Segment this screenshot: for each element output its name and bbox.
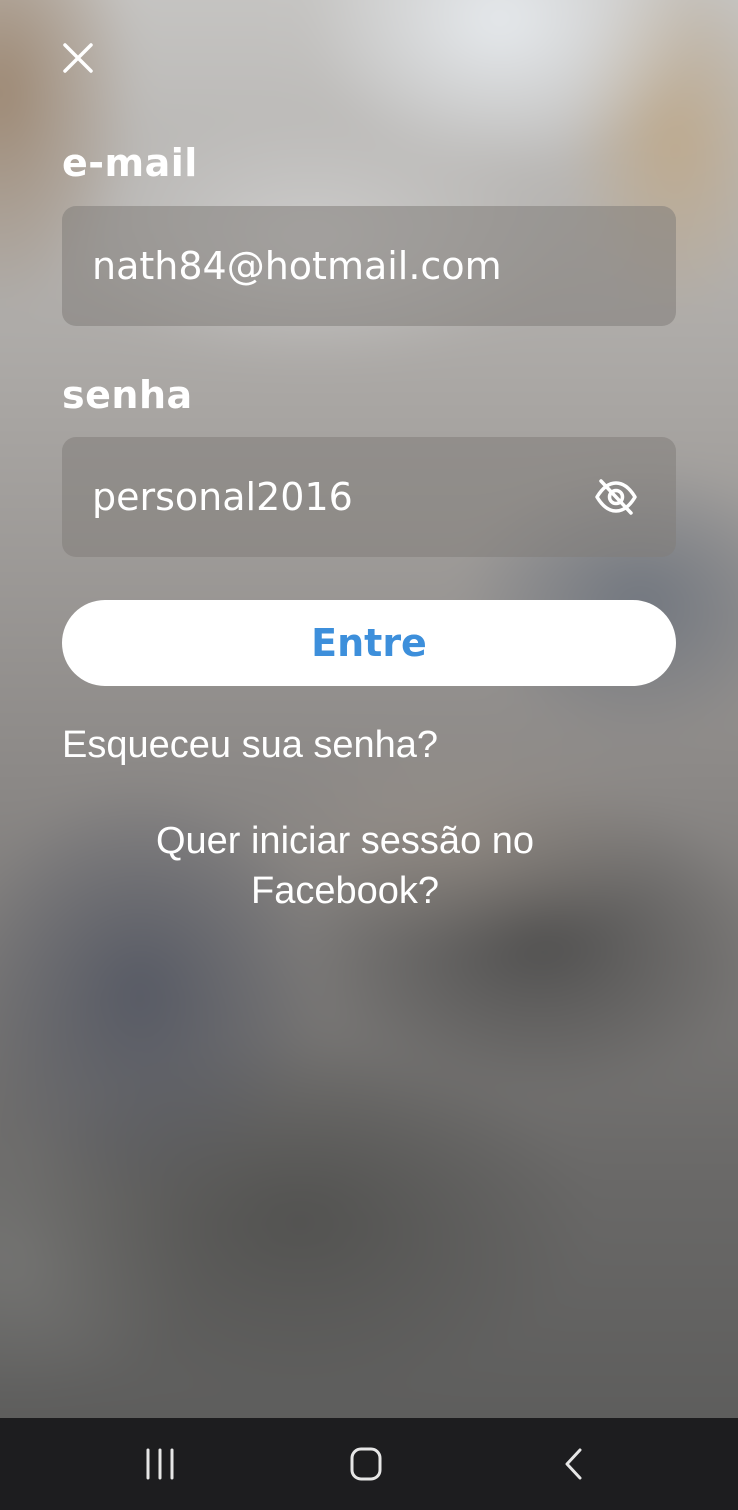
facebook-login-text-line2: Facebook? bbox=[250, 870, 439, 912]
eye-slash-icon bbox=[595, 479, 637, 515]
email-field-container bbox=[62, 206, 676, 326]
recents-icon bbox=[146, 1448, 174, 1480]
recents-button[interactable] bbox=[138, 1444, 182, 1484]
close-icon bbox=[63, 43, 93, 73]
back-button[interactable] bbox=[552, 1444, 596, 1484]
forgot-password-link[interactable]: Esqueceu sua senha? bbox=[62, 722, 438, 768]
login-screen: e-mail senha Entre Esqueceu sua senha? Q… bbox=[0, 0, 738, 1418]
system-navigation-bar bbox=[0, 1418, 738, 1510]
email-field[interactable] bbox=[92, 206, 592, 326]
home-button[interactable] bbox=[344, 1444, 388, 1484]
password-field[interactable] bbox=[92, 437, 592, 557]
home-icon bbox=[350, 1447, 382, 1481]
password-field-container bbox=[62, 437, 676, 557]
password-label: senha bbox=[62, 373, 193, 417]
email-label: e-mail bbox=[62, 141, 198, 185]
toggle-password-visibility-button[interactable] bbox=[594, 477, 638, 517]
facebook-login-link[interactable]: Quer iniciar sessão no Facebook? bbox=[110, 816, 580, 916]
back-icon bbox=[565, 1448, 582, 1480]
facebook-login-text-line1: Quer iniciar sessão no bbox=[155, 820, 535, 862]
login-button[interactable]: Entre bbox=[62, 600, 676, 686]
close-button[interactable] bbox=[58, 38, 98, 78]
